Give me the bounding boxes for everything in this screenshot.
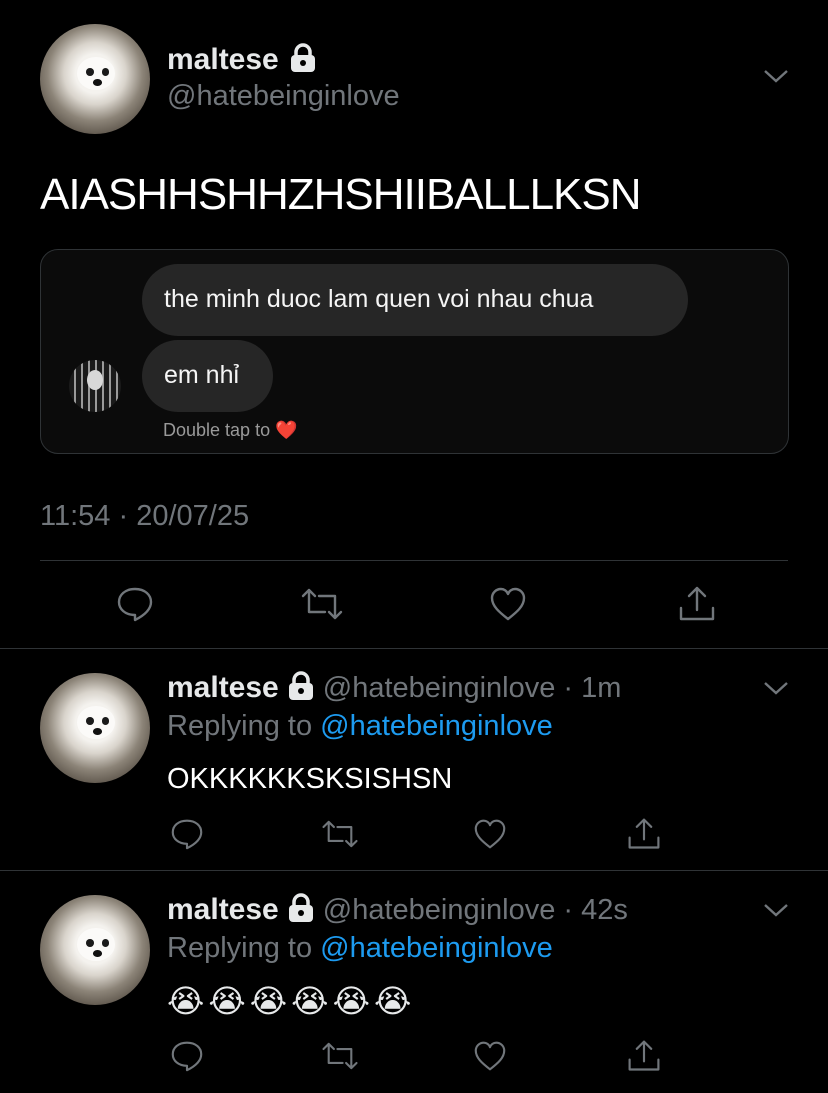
divider [0,870,828,871]
chevron-down-icon[interactable] [762,678,790,703]
divider [40,560,788,561]
reply-avatar[interactable] [40,895,150,1005]
reply-author-name[interactable]: maltese [167,893,279,927]
replying-to-prefix: Replying to [167,932,313,964]
retweet-icon[interactable] [320,818,360,855]
reply-author-name[interactable]: maltese [167,671,279,705]
double-tap-hint: Double tap to ❤️ [163,420,298,441]
reply-time: · 1m [563,671,622,704]
reply-icon[interactable] [170,1040,204,1077]
tweet-timestamp: 11:54 · 20/07/25 [40,500,250,532]
replying-to-handle-link[interactable]: @hatebeinginlove [320,932,553,964]
tweet-text: AIASHHSHHZHSHIIBALLLKSN [40,170,642,219]
share-icon[interactable] [626,1038,662,1079]
reply-avatar[interactable] [40,673,150,783]
lock-icon [287,892,315,928]
embedded-chat-card[interactable]: the minh duoc lam quen voi nhau chua em … [40,249,789,454]
divider [0,648,828,649]
like-icon[interactable] [473,1040,507,1077]
retweet-icon[interactable] [299,586,345,627]
reply-time: · 42s [563,893,628,926]
double-tap-hint-text: Double tap to [163,420,271,440]
reply-header: maltese @hatebeinginlove · 1m [167,668,621,708]
like-icon[interactable] [473,818,507,855]
heart-emoji-icon: ❤️ [275,420,298,440]
replying-to-prefix: Replying to [167,710,313,742]
like-icon[interactable] [489,586,527,627]
chevron-down-icon[interactable] [762,66,790,91]
chevron-down-icon[interactable] [762,900,790,925]
author-avatar[interactable] [40,24,150,134]
replying-to: Replying to @hatebeinginlove [167,932,553,965]
author-handle[interactable]: @hatebeinginlove [167,80,400,113]
chat-message: em nhỉ [142,340,273,412]
reply-icon[interactable] [116,586,154,627]
reply-author-handle[interactable]: @hatebeinginlove [323,894,556,927]
retweet-icon[interactable] [320,1040,360,1077]
reply-author-handle[interactable]: @hatebeinginlove [323,672,556,705]
reply-emoji-text: 😭😭😭😭😭😭 [167,983,416,1019]
share-icon[interactable] [626,816,662,857]
reply-header: maltese @hatebeinginlove · 42s [167,890,628,930]
reply-text: OKKKKKKSKSISHSN [167,763,453,795]
lock-icon [289,42,317,78]
replying-to: Replying to @hatebeinginlove [167,710,553,743]
author-name[interactable]: maltese [167,43,279,77]
reply-icon[interactable] [170,818,204,855]
replying-to-handle-link[interactable]: @hatebeinginlove [320,710,553,742]
lock-icon [287,670,315,706]
chat-message: the minh duoc lam quen voi nhau chua [142,264,688,336]
author-name-row[interactable]: maltese [167,40,317,80]
share-icon[interactable] [677,584,717,629]
chat-avatar [69,360,121,412]
